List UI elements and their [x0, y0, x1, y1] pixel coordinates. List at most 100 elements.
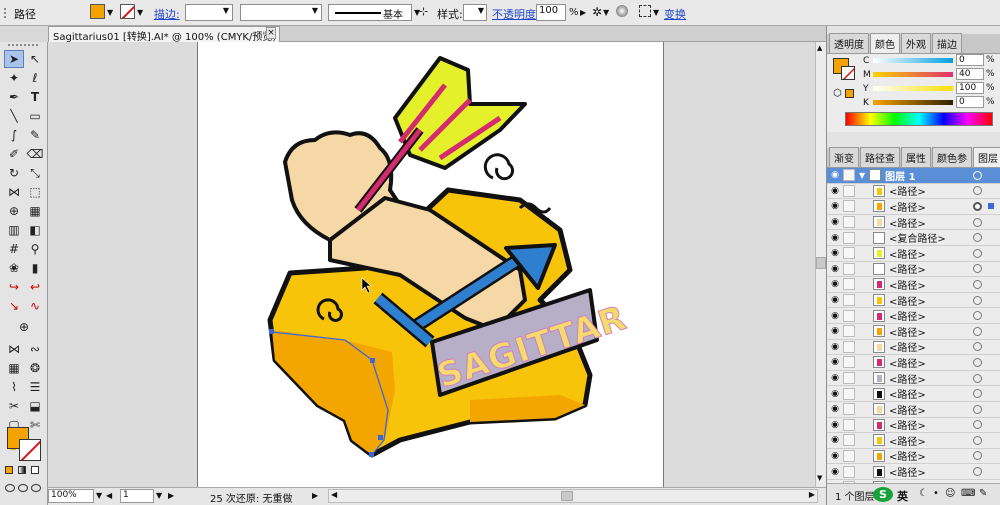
- target-icon[interactable]: [973, 264, 982, 274]
- lock-toggle[interactable]: [843, 434, 855, 447]
- chevron-down-icon[interactable]: ▼: [96, 491, 102, 500]
- selection-indicator-icon[interactable]: [988, 203, 994, 210]
- red-curve-icon[interactable]: ↩: [25, 278, 45, 296]
- eye-icon[interactable]: ◉: [827, 373, 843, 383]
- page-field[interactable]: 1: [120, 489, 154, 503]
- tab-color-guide[interactable]: 颜色参: [932, 147, 972, 167]
- chevron-down-icon[interactable]: ▼: [137, 8, 143, 17]
- lock-toggle[interactable]: [843, 403, 855, 416]
- expand-arrow-icon[interactable]: ▼: [859, 171, 865, 180]
- zoom-field[interactable]: 100%: [48, 489, 94, 503]
- color-spectrum[interactable]: [845, 112, 993, 126]
- keyboard-icon[interactable]: ⌨: [961, 488, 975, 499]
- lock-toggle[interactable]: [843, 262, 855, 275]
- channel-slider-k[interactable]: [873, 100, 953, 105]
- line-tool-icon[interactable]: ╲: [4, 107, 24, 125]
- target-icon[interactable]: [973, 326, 982, 336]
- envelope-icon[interactable]: ⋈: [4, 340, 24, 358]
- perspective-grid-icon[interactable]: ▥: [4, 221, 24, 239]
- artwork[interactable]: SAGITTAR: [197, 42, 664, 487]
- eye-icon[interactable]: ◉: [827, 264, 843, 274]
- eye-icon[interactable]: ◉: [827, 311, 843, 321]
- eye-icon[interactable]: ◉: [827, 467, 843, 477]
- layer-item-row[interactable]: ◉ <路径>: [827, 417, 1000, 434]
- lock-toggle[interactable]: [843, 418, 855, 431]
- layer-item-row[interactable]: ◉ <路径>: [827, 355, 1000, 371]
- eye-icon[interactable]: ◉: [827, 217, 843, 227]
- lock-toggle[interactable]: [843, 278, 855, 291]
- lock-toggle[interactable]: [843, 169, 855, 182]
- layer-item-row[interactable]: ◉ <路径>: [827, 183, 1000, 200]
- list-icon[interactable]: ☰: [25, 378, 45, 396]
- shape-builder-icon[interactable]: ⊕: [4, 202, 24, 220]
- layer-item-row[interactable]: ◉ <路径>: [827, 245, 1000, 262]
- close-icon[interactable]: ×: [266, 27, 276, 39]
- lock-toggle[interactable]: [843, 356, 855, 369]
- gradient-mode-icon[interactable]: [18, 466, 26, 474]
- tab-attributes[interactable]: 属性: [901, 147, 931, 167]
- vertical-scrollbar[interactable]: ▲ ▼: [815, 42, 826, 487]
- eye-icon[interactable]: ◉: [827, 295, 843, 305]
- target-icon[interactable]: [973, 342, 982, 352]
- lock-toggle[interactable]: [843, 247, 855, 260]
- align-icon[interactable]: [639, 5, 651, 17]
- ime-logo-icon[interactable]: S: [873, 487, 893, 502]
- target-icon[interactable]: [973, 233, 982, 243]
- eye-icon[interactable]: ◉: [827, 233, 843, 243]
- layer-item-row[interactable]: ◉ <路径>: [827, 433, 1000, 449]
- eye-icon[interactable]: ◉: [827, 186, 843, 196]
- eye-icon[interactable]: ◉: [827, 170, 843, 180]
- channel-field-c[interactable]: 0: [956, 54, 984, 66]
- chevron-down-icon[interactable]: ▼: [603, 8, 609, 17]
- type-tool-icon[interactable]: T: [25, 88, 45, 106]
- target-icon[interactable]: [973, 420, 982, 430]
- scroll-up-icon[interactable]: ▲: [817, 44, 822, 52]
- lock-toggle[interactable]: [843, 231, 855, 244]
- live-paint-icon[interactable]: ▦: [25, 202, 45, 220]
- target-icon[interactable]: [973, 248, 982, 258]
- lock-toggle[interactable]: [843, 449, 855, 462]
- channel-slider-y[interactable]: [873, 86, 953, 91]
- eye-icon[interactable]: ◉: [827, 389, 843, 399]
- stroke-link[interactable]: 描边:: [154, 6, 180, 22]
- target-icon[interactable]: [973, 404, 982, 414]
- layer-item-row[interactable]: ◉ <路径>: [827, 308, 1000, 324]
- brush-select[interactable]: 基本: [328, 4, 412, 21]
- tab-stroke[interactable]: 描边: [932, 33, 962, 53]
- brush-tool-icon[interactable]: ∫: [4, 126, 24, 144]
- channel-field-k[interactable]: 0: [956, 96, 984, 108]
- eye-icon[interactable]: ◉: [827, 326, 843, 336]
- lock-toggle[interactable]: [843, 325, 855, 338]
- globe-icon[interactable]: [616, 5, 628, 17]
- ime-mode-label[interactable]: 英: [897, 488, 908, 504]
- layer-item-row[interactable]: ◉ <路径>: [827, 323, 1000, 340]
- tab-gradient[interactable]: 渐变: [829, 147, 859, 167]
- symbol-sprayer-icon[interactable]: ❀: [4, 259, 24, 277]
- layer-item-row[interactable]: ◉ <路径>: [827, 448, 1000, 465]
- gradient-tool-icon[interactable]: ◧: [25, 221, 45, 239]
- channel-field-m[interactable]: 40: [956, 68, 984, 80]
- eye-icon[interactable]: ◉: [827, 451, 843, 461]
- smile-icon[interactable]: ☺: [945, 488, 955, 499]
- layer-item-row[interactable]: ◉ <路径>: [827, 370, 1000, 387]
- target-icon[interactable]: [973, 451, 982, 461]
- free-transform-icon[interactable]: ⬚: [25, 183, 45, 201]
- scroll-thumb[interactable]: [561, 491, 573, 501]
- width-tool-icon[interactable]: ⋈: [4, 183, 24, 201]
- transform-link[interactable]: 变换: [664, 6, 686, 22]
- scroll-thumb[interactable]: [816, 257, 826, 269]
- variable-width-select[interactable]: ▼: [240, 4, 322, 21]
- graphic-style-icon[interactable]: ⊹: [419, 5, 428, 18]
- layer-row-top[interactable]: ◉ ▼ 图层 1: [827, 168, 1000, 184]
- blob-brush-icon[interactable]: ✐: [4, 145, 24, 163]
- scroll-right-icon[interactable]: ▶: [809, 490, 815, 499]
- red-smooth-icon[interactable]: ∿: [25, 297, 45, 315]
- scale-tool-icon[interactable]: ⤡: [25, 164, 45, 182]
- first-page-icon[interactable]: ◀: [106, 491, 112, 500]
- pen-tool-icon[interactable]: ✒: [4, 88, 24, 106]
- eye-icon[interactable]: ◉: [827, 420, 843, 430]
- target-icon[interactable]: [973, 357, 982, 367]
- lock-toggle[interactable]: [843, 340, 855, 353]
- last-color-swatch[interactable]: [845, 89, 854, 98]
- crosshair-icon[interactable]: ⊕: [14, 318, 34, 336]
